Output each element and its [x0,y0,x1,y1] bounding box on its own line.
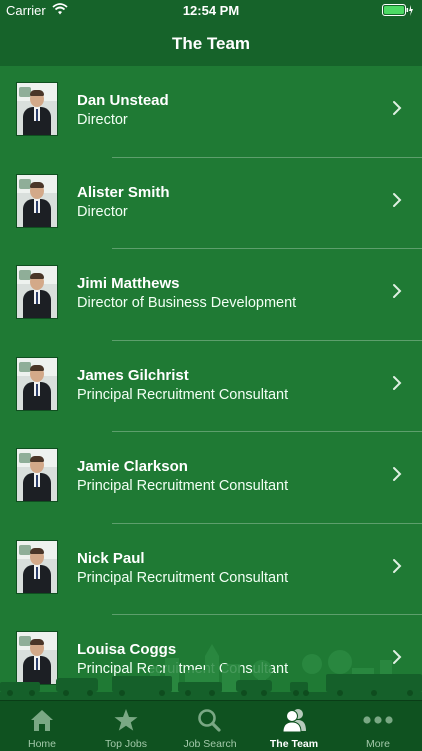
team-member-row[interactable]: Jimi Matthews Director of Business Develo… [0,249,422,341]
team-member-name: Nick Paul [77,549,145,567]
team-member-name: James Gilchrist [77,366,189,384]
team-member-row[interactable]: Alister Smith Director [0,158,422,249]
tab-label: Top Jobs [104,738,148,750]
battery-icon [382,4,414,20]
team-member-photo [16,356,58,411]
tab-top-jobs[interactable]: Top Jobs [84,701,168,751]
tab-more[interactable]: More [336,701,420,751]
team-member-role: Principal Recruitment Consultant [77,386,289,403]
tab-label: Home [27,738,56,750]
team-member-photo [16,448,58,502]
team-member-photo [16,539,58,594]
chevron-right-icon [392,649,402,670]
team-member-photo [16,265,58,319]
team-member-name: Louisa Coggs [77,641,177,658]
chevron-right-icon [392,466,402,487]
chevron-right-icon [392,100,402,121]
navigation-bar: The Team [0,22,422,66]
team-member-role: Principal Recruitment Consultant [77,661,289,677]
team-member-name: Jamie Clarkson [77,458,188,475]
chevron-right-icon [392,375,402,396]
chevron-right-icon [392,192,402,213]
team-member-row[interactable]: Nick Paul Principal Recruitment Consultan… [0,524,422,615]
home-icon [31,710,53,731]
tab-bar: Home Top Jobs Job Search The Team More [0,700,422,751]
team-member-role: Director [77,203,128,220]
team-member-role: Director [77,112,128,128]
team-member-row[interactable]: Jamie Clarkson Principal Recruitment Cons… [0,432,422,524]
tab-job-search[interactable]: Job Search [168,701,252,751]
team-member-name: Dan Unstead [77,92,169,109]
tab-the-team[interactable]: The Team [252,701,336,751]
team-member-row[interactable]: James Gilchrist Principal Recruitment Con… [0,341,422,432]
team-member-name: Alister Smith [77,183,170,201]
tab-label: The Team [269,738,319,750]
team-member-role: Principal Recruitment Consultant [77,478,289,494]
more-icon [363,716,393,724]
team-list[interactable]: Dan Unstead Director Alister Smith Director… [0,66,422,700]
chevron-right-icon [392,558,402,579]
team-member-role: Director of Business Development [77,295,297,311]
status-bar: Carrier 12:54 PM [0,0,422,22]
team-icon [282,709,306,733]
team-member-photo [16,173,58,228]
team-member-name: Jimi Matthews [77,275,180,292]
star-icon [114,709,138,731]
team-member-row[interactable]: Dan Unstead Director [0,66,422,158]
page-title: The Team [171,34,251,53]
chevron-right-icon [392,283,402,304]
clock-time: 12:54 PM [182,3,240,18]
search-icon [198,709,221,732]
tab-home[interactable]: Home [0,701,84,751]
team-member-role: Principal Recruitment Consultant [77,569,289,586]
tab-label: Job Search [183,738,237,750]
team-member-photo [16,631,58,685]
team-member-photo [16,82,58,136]
team-member-row[interactable]: Louisa Coggs Principal Recruitment Consul… [0,615,422,700]
tab-label: More [366,738,390,750]
